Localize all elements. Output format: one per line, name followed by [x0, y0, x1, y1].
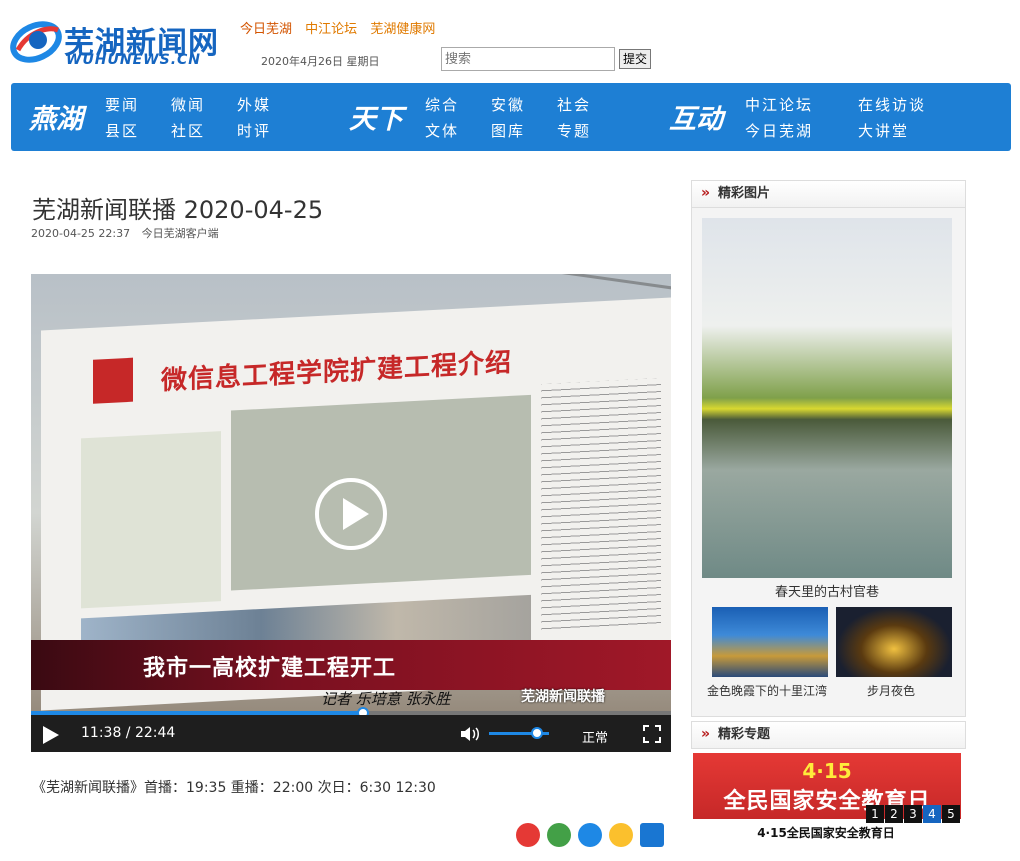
billboard-text [541, 378, 661, 635]
video-time: 11:38 / 22:44 [81, 725, 176, 741]
article-meta: 2020-04-25 22:37 今日芜湖客户端 [31, 225, 227, 241]
topic-caption[interactable]: 4·15全民国家安全教育日 [691, 824, 961, 841]
logo-text-en: WUHUNEWS.CN [66, 52, 202, 68]
qzone-icon[interactable] [609, 823, 633, 847]
video-controls: 11:38 / 22:44 正常 [31, 715, 671, 752]
video-caption-text: 我市一高校扩建工程开工 [143, 656, 397, 681]
video-caption-bar: 我市一高校扩建工程开工 [31, 640, 671, 690]
billboard-site-plan [81, 431, 221, 609]
video-brand: 芜湖新闻联播 [521, 689, 605, 705]
nav-item-wenti[interactable]: 文体 [425, 120, 459, 141]
featured-picture-caption[interactable]: 春天里的古村官巷 [692, 581, 962, 600]
nav-item-anhui[interactable]: 安徽 [491, 94, 525, 115]
nav-item-weiwen[interactable]: 微闻 [171, 94, 205, 115]
topic-page-1[interactable]: 1 [866, 805, 884, 823]
topics-heading: 精彩专题 [691, 721, 966, 749]
volume-icon[interactable] [459, 725, 481, 743]
main-nav: 燕湖 要闻 微闻 外媒 县区 社区 时评 天下 综合 安徽 社会 文体 图库 专… [11, 83, 1011, 151]
playback-speed[interactable]: 正常 [582, 727, 608, 746]
top-link-jinri[interactable]: 今日芜湖 [240, 22, 292, 37]
nav-section-title-tianxia: 天下 [349, 104, 403, 135]
weibo-icon[interactable] [516, 823, 540, 847]
picture-thumb-1-caption[interactable]: 金色晚霞下的十里江湾 [707, 682, 827, 699]
topic-pager: 12345 [866, 803, 961, 823]
nav-item-shequ[interactable]: 社区 [171, 120, 205, 141]
video-reporter: 记者 乐培意 张永胜 [321, 690, 451, 708]
top-link-health[interactable]: 芜湖健康网 [370, 22, 435, 37]
logo-swirl-icon [10, 21, 62, 63]
play-icon[interactable] [315, 478, 387, 550]
nav-item-waimei[interactable]: 外媒 [237, 94, 271, 115]
top-links: 今日芜湖 中江论坛 芜湖健康网 [240, 18, 444, 37]
tv-station-logo [93, 357, 133, 404]
billboard-title: 微信息工程学院扩建工程介绍 [161, 347, 513, 397]
nav-item-lecture[interactable]: 大讲堂 [858, 120, 909, 141]
play-icon[interactable] [43, 726, 59, 744]
article-source: 今日芜湖客户端 [141, 227, 219, 240]
topic-page-4[interactable]: 4 [923, 805, 941, 823]
nav-item-yaowen[interactable]: 要闻 [105, 94, 139, 115]
billboard-rendering [231, 394, 531, 591]
picture-thumb-2[interactable] [836, 607, 952, 677]
nav-item-zonghe[interactable]: 综合 [425, 94, 459, 115]
current-date: 2020年4月26日 星期日 [261, 55, 380, 68]
broadcast-schedule: 《芜湖新闻联播》首播：19:35 重播：22:00 次日：6:30 12:30 [32, 780, 436, 796]
fullscreen-icon[interactable] [643, 725, 661, 743]
topic-page-2[interactable]: 2 [885, 805, 903, 823]
picture-thumb-1[interactable] [712, 607, 828, 677]
topics-box: 精彩专题 4·15 全民国家安全教育日 12345 4·15全民国家安全教育日 [691, 721, 966, 861]
topic-page-3[interactable]: 3 [904, 805, 922, 823]
nav-item-xianqu[interactable]: 县区 [105, 120, 139, 141]
nav-item-shiping[interactable]: 时评 [237, 120, 271, 141]
qq-icon[interactable] [578, 823, 602, 847]
nav-item-zhongjiang-forum[interactable]: 中江论坛 [745, 94, 813, 115]
topic-banner-date: 4·15 [802, 759, 852, 783]
article-title: 芜湖新闻联播 2020-04-25 [32, 196, 324, 224]
pictures-heading: 精彩图片 [691, 180, 966, 208]
top-link-forum[interactable]: 中江论坛 [305, 22, 357, 37]
site-header: 芜湖新闻网 WUHUNEWS.CN 今日芜湖 中江论坛 芜湖健康网 2020年4… [0, 0, 1020, 80]
article-datetime: 2020-04-25 22:37 [31, 227, 131, 240]
wechat-icon[interactable] [547, 823, 571, 847]
nav-item-online-interview[interactable]: 在线访谈 [858, 94, 926, 115]
topic-page-5[interactable]: 5 [942, 805, 960, 823]
pictures-box: 春天里的古村官巷 金色晚霞下的十里江湾 步月夜色 [691, 208, 966, 717]
nav-section-title-yanhu: 燕湖 [29, 104, 83, 135]
volume-handle[interactable] [531, 727, 543, 739]
sidebar: 精彩图片 春天里的古村官巷 金色晚霞下的十里江湾 步月夜色 精彩专题 4·15 … [691, 180, 966, 840]
nav-item-tuku[interactable]: 图库 [491, 120, 525, 141]
site-logo[interactable]: 芜湖新闻网 WUHUNEWS.CN [8, 10, 238, 70]
nav-item-shehui[interactable]: 社会 [557, 94, 591, 115]
more-share-icon[interactable] [640, 823, 664, 847]
search-submit-button[interactable]: 提交 [619, 49, 651, 69]
nav-section-title-hudong: 互动 [669, 104, 723, 135]
search-input[interactable] [441, 47, 615, 71]
video-player[interactable]: 微信息工程学院扩建工程介绍 我市一高校扩建工程开工 记者 乐培意 张永胜 芜湖新… [31, 274, 671, 752]
nav-item-zhuanti[interactable]: 专题 [557, 120, 591, 141]
picture-thumb-2-caption[interactable]: 步月夜色 [831, 682, 951, 699]
nav-item-jinri-wuhu[interactable]: 今日芜湖 [745, 120, 813, 141]
featured-picture[interactable] [702, 218, 952, 578]
